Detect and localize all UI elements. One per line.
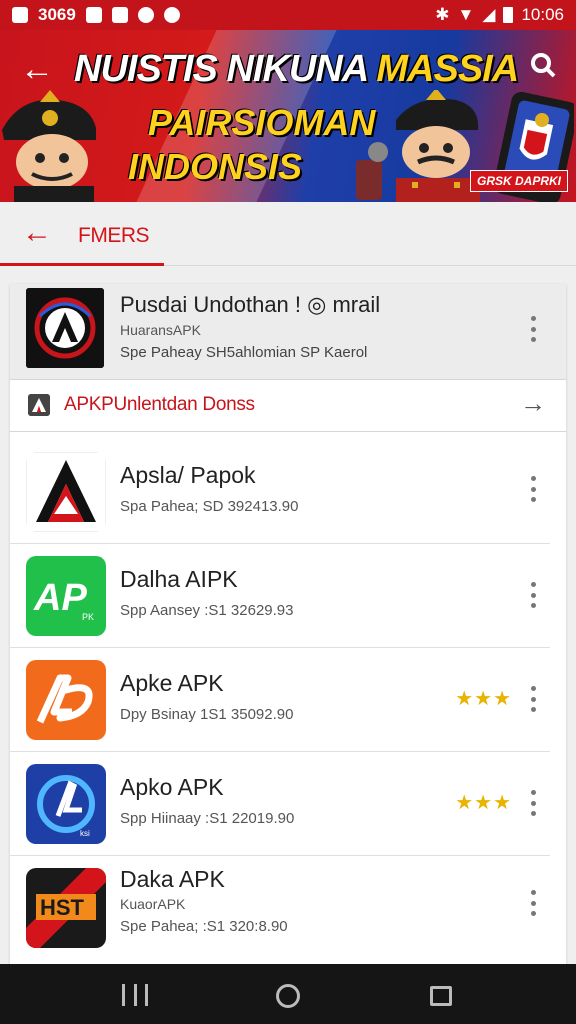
- app-meta: Spp Hiinaay :S1 22019.90: [120, 810, 295, 827]
- more-options-icon[interactable]: [530, 890, 536, 916]
- svg-text:AP: AP: [33, 577, 87, 619]
- system-nav-bar: [0, 964, 576, 1024]
- app-row[interactable]: Apke APK Dpy Bsinay 1S1 35092.90 ★★★: [10, 648, 550, 752]
- rating-stars: ★★★: [455, 792, 512, 814]
- app-row[interactable]: HST Daka APK KuaorAPK Spe Pahea; :S1 320…: [10, 856, 550, 960]
- mascot-left-illustration: [2, 90, 96, 202]
- signal-icon: ◢: [482, 5, 496, 24]
- tab-indicator: [0, 263, 164, 266]
- banner-back-arrow-icon[interactable]: ←: [20, 52, 54, 86]
- hero-banner[interactable]: ← NUISTIS NIKUNA MASSIA PAIRSIOMAN INDON…: [0, 30, 576, 202]
- app-icon-daka: HST: [26, 868, 106, 948]
- app-icon-dalha: AP PK: [26, 556, 106, 636]
- svg-text:PK: PK: [82, 612, 94, 622]
- app-icon-apke: [26, 660, 106, 740]
- promo-link-row[interactable]: APKPUnlentdan Donss →: [10, 380, 566, 432]
- tab-bar: ← FMERS: [0, 202, 576, 266]
- bluetooth-icon: ✱: [435, 5, 450, 24]
- app-name: Apko APK: [120, 774, 224, 800]
- app-row[interactable]: AP PK Dalha AIPK Spp Aansey :S1 32629.93: [10, 544, 550, 648]
- app-name: Dalha AIPK: [120, 566, 238, 592]
- app-name: Daka APK: [120, 866, 225, 892]
- app-row[interactable]: Apsla/ Papok Spa Pahea; SD 392413.90: [10, 440, 550, 544]
- more-options-icon[interactable]: [530, 476, 536, 502]
- featured-app-row[interactable]: Pusdai Undothan ! ◎ mrail HuaransAPK Spe…: [10, 284, 566, 380]
- more-options-icon[interactable]: [530, 790, 536, 816]
- banner-title-line2: PAIRSIOMAN: [148, 102, 376, 143]
- app-row[interactable]: ksi Apko APK Spp Hiinaay :S1 22019.90 ★★…: [10, 752, 550, 856]
- banner-title-line1: NUISTIS NIKUNA MASSIA: [74, 48, 519, 91]
- more-options-icon[interactable]: [530, 316, 536, 342]
- featured-app-meta: Spe Paheay SH5ahlomian SP Kaerol: [120, 344, 368, 361]
- record-icon: [163, 7, 180, 23]
- tab-label[interactable]: FMERS: [78, 224, 150, 248]
- svg-text:ksi: ksi: [80, 829, 90, 838]
- app5-icon-text: HST: [40, 895, 85, 920]
- vpn-icon: [111, 7, 128, 23]
- arrow-right-icon[interactable]: →: [520, 388, 546, 419]
- app-meta: Spa Pahea; SD 392413.90: [120, 498, 299, 515]
- wifi-icon: ▼: [457, 5, 475, 24]
- app-subtitle: KuaorAPK: [120, 896, 186, 912]
- apk-small-icon: [28, 394, 50, 416]
- rating-stars: ★★★: [455, 688, 512, 710]
- home-button[interactable]: [276, 984, 300, 1008]
- notification-icon: [12, 7, 28, 23]
- banner-badge: GRSK DAPRKI: [469, 170, 568, 192]
- overview-button[interactable]: [430, 986, 452, 1006]
- app-name: Apsla/ Papok: [120, 462, 256, 488]
- app-meta: Spe Pahea; :S1 320:8.90: [120, 918, 288, 935]
- featured-app-subtitle: HuaransAPK: [120, 322, 201, 338]
- back-arrow-icon[interactable]: ←: [22, 216, 52, 250]
- banner-title-line1-a: NUISTIS NIKUNA: [74, 48, 368, 90]
- featured-app-icon: [26, 288, 104, 368]
- status-left-text: 3069: [38, 5, 76, 24]
- app-meta: Spp Aansey :S1 32629.93: [120, 602, 294, 619]
- app-list-panel: Pusdai Undothan ! ◎ mrail HuaransAPK Spe…: [10, 284, 566, 964]
- app-icon-apsla: [26, 452, 106, 532]
- search-icon[interactable]: [530, 52, 556, 78]
- app-icon-apko: ksi: [26, 764, 106, 844]
- status-time: 10:06: [521, 5, 564, 24]
- more-options-icon[interactable]: [530, 686, 536, 712]
- banner-title-line1-b: MASSIA: [376, 48, 519, 90]
- app-name: Apke APK: [120, 670, 224, 696]
- message-icon: [85, 7, 102, 23]
- banner-title-line3: INDONSIS: [128, 146, 303, 187]
- promo-text: APKPUnlentdan Donss: [64, 394, 255, 415]
- status-bar: 3069 ✱ ▼ ◢ 10:06: [0, 0, 576, 30]
- app-meta: Dpy Bsinay 1S1 35092.90: [120, 706, 294, 723]
- sync-icon: [137, 7, 154, 23]
- mascot-right-illustration: [356, 90, 480, 202]
- battery-icon: [503, 7, 514, 23]
- featured-app-title: Pusdai Undothan ! ◎ mrail: [120, 292, 381, 317]
- more-options-icon[interactable]: [530, 582, 536, 608]
- recent-apps-button[interactable]: [122, 984, 148, 1006]
